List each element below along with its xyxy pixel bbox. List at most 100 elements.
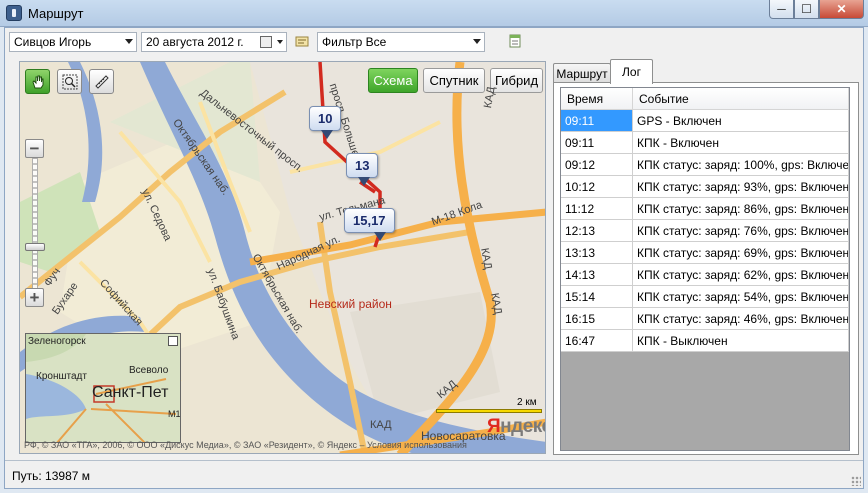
district-label: Невский район [309, 297, 392, 311]
table-row[interactable]: 12:13 КПК статус: заряд: 76%, gps: Включе… [561, 220, 849, 242]
table-row[interactable]: 14:13 КПК статус: заряд: 62%, gps: Включе… [561, 264, 849, 286]
driver-select[interactable]: Сивцов Игорь [9, 32, 137, 52]
cell-event: КПК - Включен [633, 132, 849, 153]
map-type-hybrid-button[interactable]: Гибрид [490, 68, 543, 93]
report-icon[interactable] [507, 33, 523, 49]
status-bar: Путь: 13987 м [5, 460, 863, 488]
close-button[interactable]: ✕ [819, 0, 864, 19]
table-header: Время Событие [561, 88, 849, 110]
cell-time: 13:13 [561, 242, 633, 263]
route-marker[interactable]: 13 [346, 153, 379, 186]
table-row[interactable]: 16:47 КПК - Выключен [561, 330, 849, 352]
export-icon[interactable] [294, 33, 310, 49]
cell-event: КПК статус: заряд: 54%, gps: Включен [633, 286, 849, 307]
date-value: 20 августа 2012 г. [146, 35, 244, 49]
cell-event: КПК статус: заряд: 100%, gps: Включен [633, 154, 849, 175]
ruler-tool-button[interactable] [89, 69, 114, 94]
column-header-time[interactable]: Время [561, 88, 633, 109]
scale-bar [436, 409, 542, 413]
zoom-area-icon [62, 74, 77, 89]
zoom-slider-thumb[interactable] [25, 243, 45, 251]
route-marker[interactable]: 10 [309, 106, 342, 139]
table-row[interactable]: 09:12 КПК статус: заряд: 100%, gps: Включ… [561, 154, 849, 176]
minimap-close-button[interactable] [168, 336, 178, 346]
log-panel: Время Событие 09:11 GPS - Включен 09:11 КПК… [553, 82, 859, 455]
path-length: Путь: 13987 м [12, 469, 90, 483]
ruler-icon [94, 74, 109, 89]
pan-tool-button[interactable] [25, 69, 50, 94]
cell-time: 12:13 [561, 220, 633, 241]
cell-event: КПК статус: заряд: 93%, gps: Включен [633, 176, 849, 197]
hand-icon [31, 75, 43, 88]
cell-time: 09:11 [561, 132, 633, 153]
table-row[interactable]: 09:11 GPS - Включен [561, 110, 849, 132]
route-marker[interactable]: 15,17 [344, 208, 395, 241]
column-header-event[interactable]: Событие [633, 88, 849, 109]
tab-route[interactable]: Маршрут [553, 63, 611, 83]
map-type-satellite-button[interactable]: Спутник [423, 68, 485, 93]
toolbar: Сивцов Игорь 20 августа 2012 г. Фильтр В… [5, 28, 863, 58]
route-marker-label: 13 [346, 153, 379, 178]
log-table[interactable]: Время Событие 09:11 GPS - Включен 09:11 КПК… [560, 87, 850, 451]
yandex-logo: Яндекс [487, 416, 545, 437]
marker-pointer-icon [374, 232, 386, 241]
filter-select[interactable]: Фильтр Все [317, 32, 485, 52]
window-title: Маршрут [28, 6, 84, 21]
cell-time: 16:15 [561, 308, 633, 329]
window-client: Сивцов Игорь 20 августа 2012 г. Фильтр В… [4, 27, 864, 489]
marker-pointer-icon [358, 177, 370, 186]
cell-time: 10:12 [561, 176, 633, 197]
minimap-label: Кронштадт [36, 371, 87, 382]
minimap-label: Зеленогорск [28, 336, 86, 347]
table-row[interactable]: 11:12 КПК статус: заряд: 86%, gps: Включе… [561, 198, 849, 220]
maximize-button[interactable]: ☐ [794, 0, 819, 19]
app-icon [6, 5, 22, 21]
minimize-button[interactable]: ─ [769, 0, 794, 19]
table-row[interactable]: 15:14 КПК статус: заряд: 54%, gps: Включе… [561, 286, 849, 308]
cell-time: 11:12 [561, 198, 633, 219]
table-body: 09:11 GPS - Включен 09:11 КПК - Включен 09:1… [561, 110, 849, 352]
driver-value: Сивцов Игорь [14, 35, 92, 49]
table-row[interactable]: 16:15 КПК статус: заряд: 46%, gps: Включе… [561, 308, 849, 330]
cell-time: 09:12 [561, 154, 633, 175]
zoom-area-tool-button[interactable] [57, 69, 82, 94]
minimap-label: M10 [168, 409, 181, 419]
chevron-down-icon [473, 39, 481, 44]
tab-log[interactable]: Лог [610, 59, 653, 84]
scale-label: 2 км [517, 397, 537, 408]
map-copyright[interactable]: РФ, © ЗАО «ТГА», 2006, © ООО «Дискус Мед… [24, 440, 467, 450]
title-bar[interactable]: Маршрут ─ ☐ ✕ [0, 0, 868, 27]
cell-time: 09:11 [561, 110, 633, 131]
cell-event: КПК статус: заряд: 46%, gps: Включен [633, 308, 849, 329]
zoom-in-button[interactable]: + [25, 288, 44, 307]
minimap-city-label: Санкт-Пет [92, 384, 169, 401]
marker-pointer-icon [321, 130, 333, 139]
chevron-down-icon [125, 39, 133, 44]
table-row[interactable]: 13:13 КПК статус: заряд: 69%, gps: Включе… [561, 242, 849, 264]
calendar-icon [260, 36, 272, 48]
date-picker[interactable]: 20 августа 2012 г. [141, 32, 287, 52]
filter-value: Фильтр Все [322, 35, 387, 49]
cell-time: 16:47 [561, 330, 633, 351]
road-label: КАД [370, 419, 392, 431]
cell-time: 14:13 [561, 264, 633, 285]
chevron-down-icon [277, 40, 283, 44]
minimap[interactable]: Зеленогорск Кронштадт Всеволо Санкт-Пет … [25, 333, 181, 443]
resize-grip-icon[interactable] [851, 476, 861, 486]
minimap-label: Всеволо [129, 365, 169, 376]
zoom-out-button[interactable]: − [25, 139, 44, 158]
zoom-slider[interactable] [32, 158, 38, 292]
cell-event: КПК статус: заряд: 86%, gps: Включен [633, 198, 849, 219]
map-type-scheme-button[interactable]: Схема [368, 68, 418, 93]
cell-event: GPS - Включен [633, 110, 849, 131]
table-row[interactable]: 09:11 КПК - Включен [561, 132, 849, 154]
cell-event: КПК статус: заряд: 62%, gps: Включен [633, 264, 849, 285]
table-row[interactable]: 10:12 КПК статус: заряд: 93%, gps: Включе… [561, 176, 849, 198]
cell-event: КПК - Выключен [633, 330, 849, 351]
cell-event: КПК статус: заряд: 76%, gps: Включен [633, 220, 849, 241]
cell-time: 15:14 [561, 286, 633, 307]
route-marker-label: 15,17 [344, 208, 395, 233]
cell-event: КПК статус: заряд: 69%, gps: Включен [633, 242, 849, 263]
map-view[interactable]: Схема Спутник Гибрид − + Невский район О… [19, 61, 546, 454]
route-marker-label: 10 [309, 106, 342, 131]
